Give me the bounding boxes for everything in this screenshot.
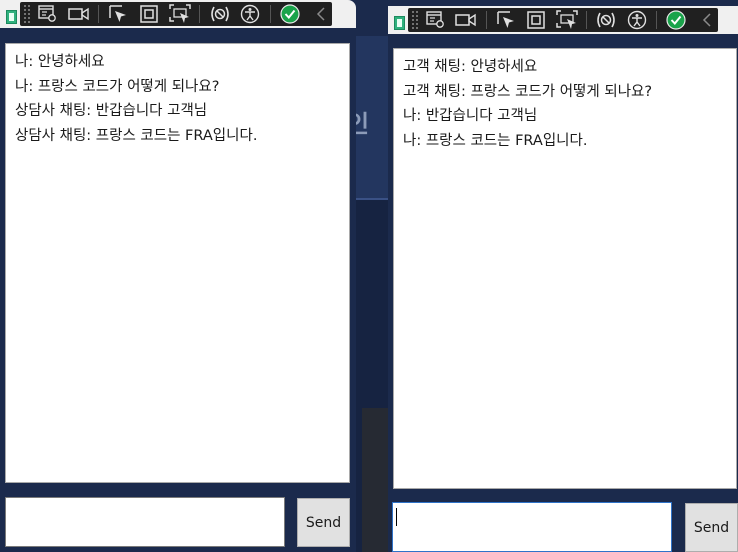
toolbar-separator [98,5,99,23]
chat-message: 상담사 채팅: 프랑스 코드는 FRA입니다. [15,127,258,144]
app-icon [394,16,405,30]
customer-chat-window: 고객 채팅: 안녕하세요 고객 채팅: 프랑스 코드가 어떻게 되나요? 나: … [388,4,738,552]
checkmark-icon[interactable] [279,3,302,25]
message-input[interactable] [392,502,672,552]
accessibility-icon[interactable] [239,3,262,25]
toolbar-separator [655,11,657,29]
agent-chat-window: 나: 안녕하세요 나: 프랑스 코드가 어떻게 되나요? 상담사 채팅: 반갑습… [0,0,356,552]
video-icon[interactable] [67,3,90,25]
debug-toolbar [408,8,718,32]
checkmark-icon[interactable] [665,9,688,31]
chat-message: 나: 안녕하세요 [15,54,105,70]
track-focus-icon[interactable] [168,3,191,25]
track-focus-icon[interactable] [556,9,579,31]
title-bar [0,0,356,28]
chat-message: 고객 채팅: 프랑스 코드가 어떻게 되나요? [403,83,653,100]
display-adorners-icon[interactable] [525,9,548,31]
collapse-chevron-icon[interactable] [309,3,332,25]
collapse-chevron-icon[interactable] [695,9,718,31]
chat-message: 나: 반갑습니다 고객님 [403,108,538,124]
display-adorners-icon[interactable] [138,3,161,25]
send-button[interactable]: Send [297,498,350,547]
binding-failures-icon[interactable] [208,3,231,25]
send-button[interactable]: Send [685,503,738,552]
app-icon [6,10,17,24]
select-pointer-icon[interactable] [107,3,130,25]
toolbar-grip[interactable] [23,4,31,24]
chat-message: 상담사 채팅: 반갑습니다 고객님 [15,103,208,119]
toolbar-grip[interactable] [411,10,419,30]
chat-history[interactable]: 고객 채팅: 안녕하세요 고객 채팅: 프랑스 코드가 어떻게 되나요? 나: … [393,48,737,489]
chat-message: 나: 프랑스 코드가 어떻게 되나요? [15,78,220,95]
toolbar-separator [199,5,201,23]
chat-history[interactable]: 나: 안녕하세요 나: 프랑스 코드가 어떻게 되나요? 상담사 채팅: 반갑습… [5,43,350,483]
message-input[interactable] [5,497,285,547]
desktop-background-block [362,408,388,552]
toolbar-separator [586,11,587,29]
chat-message: 고객 채팅: 안녕하세요 [403,59,538,75]
binding-failures-icon[interactable] [595,9,618,31]
debug-toolbar [20,2,332,26]
title-bar [388,6,738,34]
live-visual-tree-icon[interactable] [425,9,448,31]
accessibility-icon[interactable] [625,9,648,31]
text-caret [396,508,397,526]
live-visual-tree-icon[interactable] [37,3,60,25]
video-icon[interactable] [455,9,478,31]
select-pointer-icon[interactable] [494,9,517,31]
toolbar-separator [485,11,487,29]
toolbar-separator [269,5,271,23]
chat-message: 나: 프랑스 코드는 FRA입니다. [403,132,588,149]
